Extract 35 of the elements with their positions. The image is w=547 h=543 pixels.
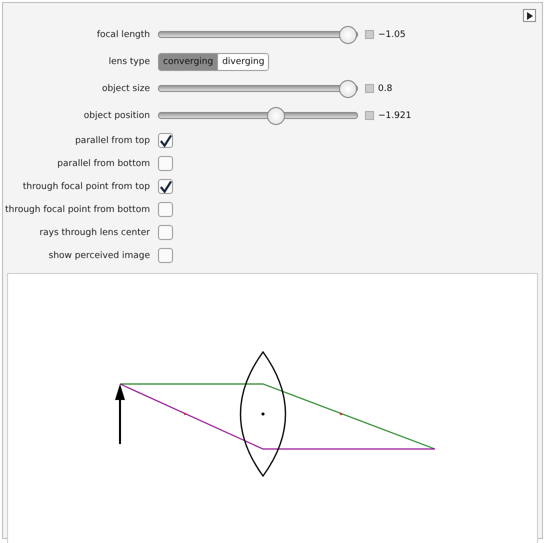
- control-label: object size: [100, 84, 151, 94]
- checkbox[interactable]: [158, 156, 173, 171]
- checkbox[interactable]: [158, 202, 173, 217]
- slider-thumb[interactable]: [339, 26, 357, 44]
- slider-value: −1.921: [378, 110, 412, 120]
- checkbox[interactable]: [158, 225, 173, 240]
- checkmark-icon: [159, 180, 172, 194]
- object-arrow: [115, 384, 125, 444]
- focal-point-dot: [184, 412, 186, 416]
- checkmark-icon: [159, 134, 172, 148]
- control-label: rays through lens center: [38, 228, 151, 238]
- lens-type-option[interactable]: diverging: [217, 54, 268, 70]
- focal-point-dot: [340, 412, 342, 416]
- control-label: focal length: [96, 30, 151, 40]
- checkbox[interactable]: [158, 179, 173, 194]
- control-label: show perceived image: [48, 250, 151, 260]
- control-label: object position: [82, 110, 151, 120]
- control-label: parallel from bottom: [56, 158, 151, 168]
- control-label: through focal point from top: [22, 182, 151, 192]
- checkbox[interactable]: [158, 248, 173, 263]
- slider-value: 0.8: [378, 84, 392, 94]
- slider-thumb[interactable]: [266, 106, 285, 124]
- slider-value: −1.05: [378, 30, 406, 40]
- lens-type-option[interactable]: converging: [159, 54, 218, 70]
- slider-thumb[interactable]: [339, 80, 357, 98]
- slider[interactable]: [158, 80, 358, 98]
- disclosure-button[interactable]: [523, 9, 536, 22]
- control-label: through focal point from bottom: [4, 204, 151, 214]
- checkbox[interactable]: [158, 133, 173, 148]
- slider[interactable]: [158, 106, 358, 124]
- control-label: parallel from top: [74, 136, 151, 146]
- control-label: lens type: [108, 56, 151, 66]
- triangle-icon: [526, 12, 534, 20]
- lens-center-dot: [262, 412, 264, 416]
- slider[interactable]: [158, 26, 358, 44]
